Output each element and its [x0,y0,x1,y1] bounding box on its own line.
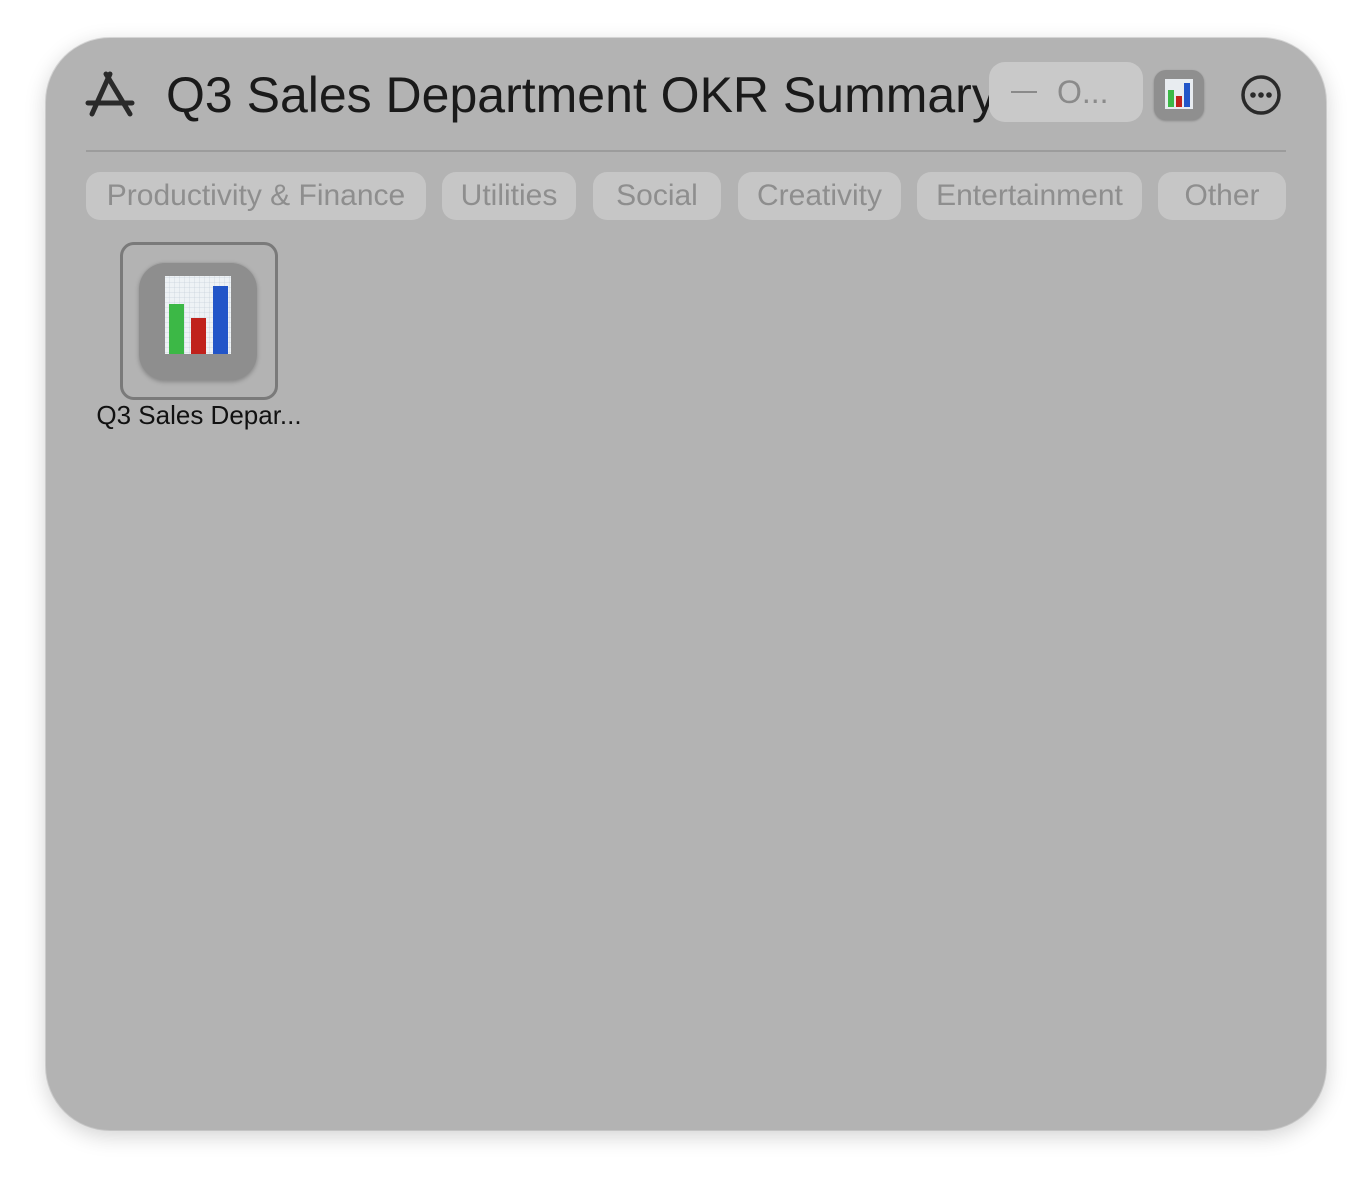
category-productivity-finance[interactable]: Productivity & Finance [86,172,426,220]
widget-tile[interactable] [120,242,278,400]
bar-chart-icon [165,276,231,354]
app-store-icon [85,71,135,117]
header-divider [86,150,1286,152]
widget-tile-label: Q3 Sales Depar... [96,400,302,430]
search-text: O... [1057,73,1109,110]
widget-gallery-window: Q3 Sales Department OKR Summary O... Pro… [46,38,1326,1130]
category-entertainment[interactable]: Entertainment [917,172,1142,220]
more-options-button[interactable] [1240,74,1282,116]
dash-icon [1011,91,1037,93]
category-creativity[interactable]: Creativity [738,172,901,220]
widget-preview-button[interactable] [1154,70,1204,120]
category-utilities[interactable]: Utilities [442,172,576,220]
search-field[interactable]: O... [989,62,1143,122]
window-title: Q3 Sales Department OKR Summary [166,67,997,123]
bar-chart-icon [1165,79,1193,109]
category-other[interactable]: Other [1158,172,1286,220]
tile-app-icon [139,262,257,380]
category-social[interactable]: Social [593,172,721,220]
